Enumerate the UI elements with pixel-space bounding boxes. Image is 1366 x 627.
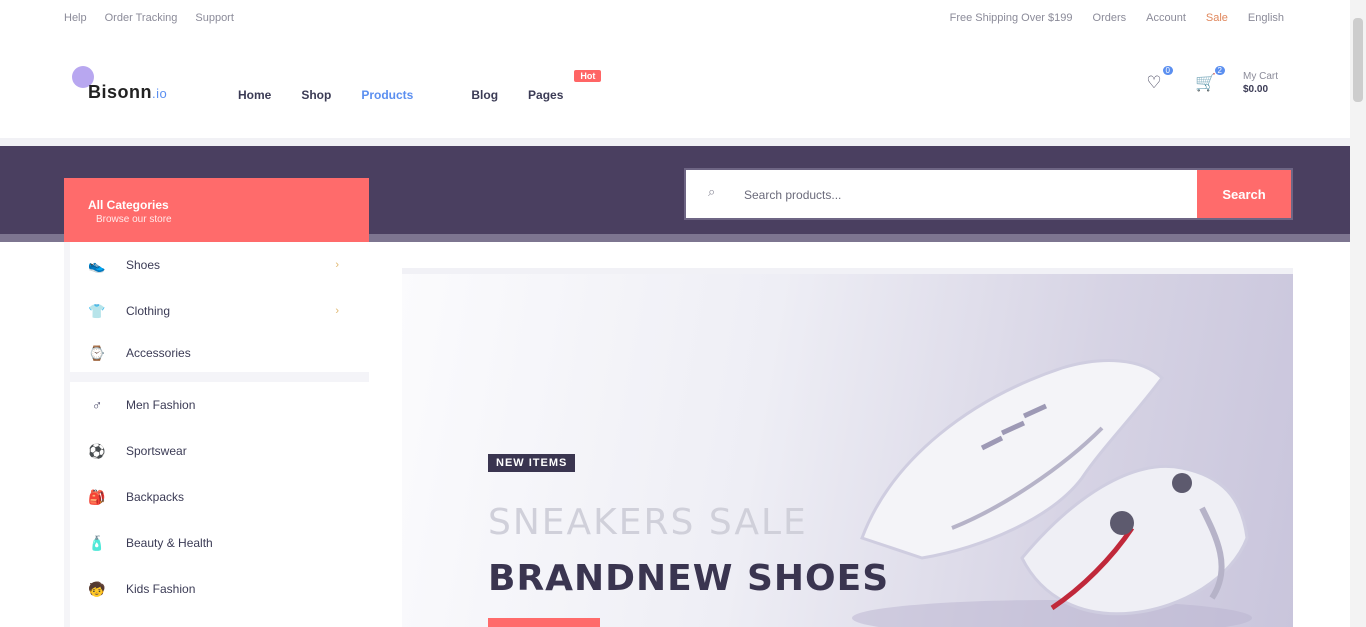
top-link-help[interactable]: Help	[64, 12, 87, 24]
search-button[interactable]: Search	[1197, 170, 1291, 218]
category-label: Men Fashion	[126, 398, 196, 412]
top-link-language[interactable]: English	[1248, 12, 1284, 24]
bottle-icon: 🧴	[88, 534, 106, 551]
men-icon: ♂	[91, 397, 103, 413]
scrollbar-thumb[interactable]	[1353, 18, 1363, 102]
category-item-kids-fashion[interactable]: 🧒 Kids Fashion	[70, 566, 369, 612]
chevron-right-icon: ›	[335, 259, 339, 271]
top-link-sale[interactable]: Sale	[1206, 12, 1228, 24]
categories-title: All Categories	[88, 198, 169, 212]
nav-blog[interactable]: Blog	[471, 88, 498, 102]
search-icon: ⌕	[708, 184, 716, 199]
hot-badge: Hot	[574, 70, 602, 82]
chevron-right-icon: ›	[335, 305, 339, 317]
site-header: Bisonn.io Home Shop Products Blog Pages …	[0, 40, 1350, 140]
category-item-clothing[interactable]: 👕 Clothing ›	[70, 288, 369, 334]
categories-subtitle: Browse our store	[96, 214, 172, 225]
page-scrollbar[interactable]	[1350, 0, 1366, 627]
top-link-support[interactable]: Support	[195, 12, 234, 24]
category-item-beauty-health[interactable]: 🧴 Beauty & Health	[70, 520, 369, 566]
main-nav: Home Shop Products Blog Pages Hot	[238, 70, 602, 102]
nav-shop[interactable]: Shop	[301, 88, 331, 102]
category-item-accessories[interactable]: ⌚ Accessories	[70, 334, 369, 382]
hero-shop-button[interactable]: SHOP NOW	[488, 618, 600, 627]
wishlist-count: 0	[1162, 66, 1173, 75]
header-actions: ♡ 0 🛒 2 My Cart $0.00	[1139, 66, 1278, 98]
hero-title-line1: SNEAKERS SALE	[488, 502, 808, 543]
nav-pages-label: Pages	[528, 88, 564, 102]
top-link-order-tracking[interactable]: Order Tracking	[105, 12, 178, 24]
top-link-shipping[interactable]: Free Shipping Over $199	[950, 12, 1073, 24]
nav-home[interactable]: Home	[238, 88, 271, 102]
search-input[interactable]	[742, 182, 1166, 208]
cart-button[interactable]: 🛒 2	[1191, 66, 1225, 98]
top-link-account[interactable]: Account	[1146, 12, 1186, 24]
category-label: Beauty & Health	[126, 536, 213, 550]
cart-icon: 🛒	[1195, 73, 1217, 92]
category-label: Sportswear	[126, 444, 187, 458]
heart-icon: ♡	[1146, 73, 1162, 92]
hero-banner[interactable]: NEW ITEMS SNEAKERS SALE BRANDNEW SHOES S…	[402, 268, 1293, 627]
cart-label: My Cart	[1243, 71, 1278, 82]
cart-summary: My Cart $0.00	[1243, 70, 1278, 96]
cart-count: 2	[1214, 66, 1225, 75]
category-item-backpacks[interactable]: 🎒 Backpacks	[70, 474, 369, 520]
backpack-icon: 🎒	[88, 488, 106, 505]
top-utility-bar: Help Order Tracking Support Free Shippin…	[0, 0, 1350, 40]
kid-icon: 🧒	[88, 580, 106, 597]
category-label: Kids Fashion	[126, 582, 196, 596]
shoe-icon: 👟	[88, 256, 106, 273]
shirt-icon: 👕	[88, 302, 106, 319]
category-sidebar: 👟 Shoes › 👕 Clothing › ⌚ Accessories ♂ M…	[64, 242, 369, 627]
category-label: Accessories	[126, 346, 191, 360]
hero-title-line2: BRANDNEW SHOES	[488, 558, 890, 599]
wishlist-button[interactable]: ♡ 0	[1139, 66, 1173, 98]
nav-pages[interactable]: Pages Hot	[528, 70, 602, 102]
top-right-links: Free Shipping Over $199 Orders Account S…	[950, 12, 1284, 24]
category-label: Backpacks	[126, 490, 185, 504]
cart-total: $0.00	[1243, 84, 1269, 95]
site-logo[interactable]: Bisonn.io	[70, 64, 180, 108]
all-categories-toggle[interactable]: All Categories Browse our store	[64, 178, 369, 242]
sport-icon: ⚽	[88, 442, 106, 459]
logo-text: Bisonn.io	[88, 82, 168, 102]
category-item-shoes[interactable]: 👟 Shoes ›	[70, 242, 369, 288]
top-link-orders[interactable]: Orders	[1093, 12, 1127, 24]
watch-icon: ⌚	[88, 344, 106, 361]
hero-tag: NEW ITEMS	[488, 454, 576, 472]
nav-products[interactable]: Products	[361, 88, 413, 102]
category-item-sportswear[interactable]: ⚽ Sportswear	[70, 428, 369, 474]
category-item-men-fashion[interactable]: ♂ Men Fashion	[70, 382, 369, 428]
category-label: Shoes	[126, 258, 161, 272]
search-bar: ⌕ Search	[684, 168, 1293, 220]
top-left-links: Help Order Tracking Support	[64, 12, 234, 24]
category-label: Clothing	[126, 304, 171, 318]
header-divider	[0, 138, 1350, 146]
hero-top-strip	[402, 268, 1293, 274]
